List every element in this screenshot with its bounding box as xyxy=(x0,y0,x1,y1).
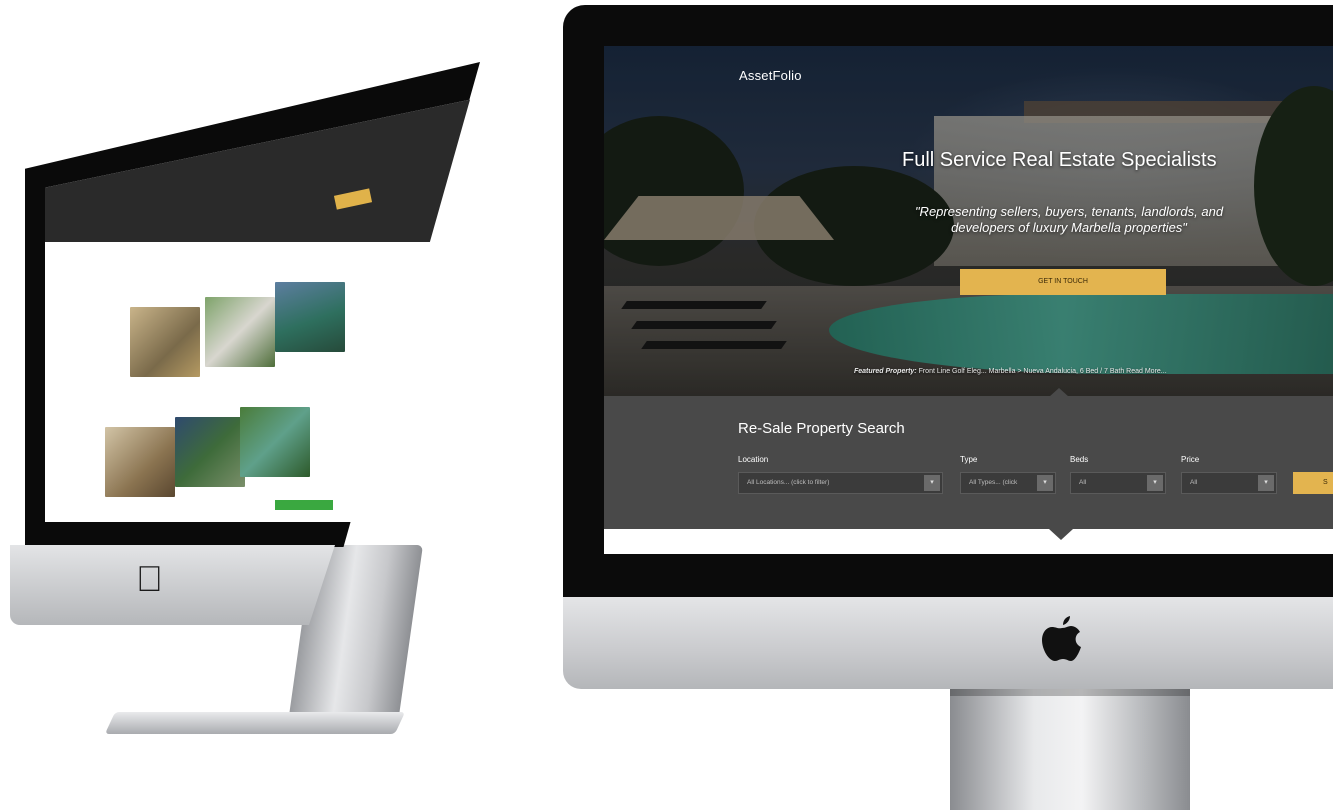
panel-notch-bottom xyxy=(1049,529,1073,540)
price-label: Price xyxy=(1181,455,1200,464)
beds-label: Beds xyxy=(1070,455,1089,464)
location-label: Location xyxy=(738,455,769,464)
price-select[interactable]: All ▾ xyxy=(1181,472,1277,494)
left-monitor-screen xyxy=(45,99,470,522)
location-select[interactable]: All Locations... (click to filter) ▾ xyxy=(738,472,943,494)
apple-logo-icon:  xyxy=(136,558,163,600)
search-panel-title: Re-Sale Property Search xyxy=(738,420,905,437)
chevron-down-icon: ▾ xyxy=(1147,475,1163,491)
content-strip xyxy=(604,529,1333,554)
chevron-down-icon: ▾ xyxy=(924,475,940,491)
hero-title: Full Service Real Estate Specialists xyxy=(902,149,1217,171)
property-thumbnail xyxy=(105,427,175,497)
get-in-touch-button[interactable]: GET IN TOUCH xyxy=(960,269,1166,295)
right-monitor-stand xyxy=(950,684,1190,810)
property-thumbnail xyxy=(240,407,310,477)
type-select-value: All Types... (click xyxy=(969,479,1018,486)
left-monitor-chin xyxy=(10,545,335,625)
beds-select[interactable]: All ▾ xyxy=(1070,472,1166,494)
left-monitor-stand-base xyxy=(104,712,406,734)
website-screen: AssetFolio Full Service Real Estate Spec… xyxy=(604,46,1333,554)
type-select[interactable]: All Types... (click ▾ xyxy=(960,472,1056,494)
property-thumbnail xyxy=(275,282,345,352)
hero-quote: "Representing sellers, buyers, tenants, … xyxy=(914,204,1224,235)
right-monitor-chin xyxy=(563,597,1333,689)
location-select-value: All Locations... (click to filter) xyxy=(747,479,830,486)
price-select-value: All xyxy=(1190,479,1198,486)
beds-select-value: All xyxy=(1079,479,1087,486)
apple-logo-icon xyxy=(1042,616,1081,661)
property-thumbnail xyxy=(130,307,200,377)
featured-property-text: Front Line Golf Eleg... Marbella > Nueva… xyxy=(918,368,1167,375)
featured-property-label: Featured Property: xyxy=(854,368,917,375)
left-screen-green-badge xyxy=(275,500,333,510)
featured-property[interactable]: Featured Property: Front Line Golf Eleg.… xyxy=(854,368,1167,375)
site-logo[interactable]: AssetFolio xyxy=(739,68,802,83)
chevron-down-icon: ▾ xyxy=(1037,475,1053,491)
property-thumbnail xyxy=(175,417,245,487)
search-button[interactable]: S xyxy=(1293,472,1333,494)
chevron-down-icon: ▾ xyxy=(1258,475,1274,491)
property-thumbnail xyxy=(205,297,275,367)
type-label: Type xyxy=(960,455,978,464)
